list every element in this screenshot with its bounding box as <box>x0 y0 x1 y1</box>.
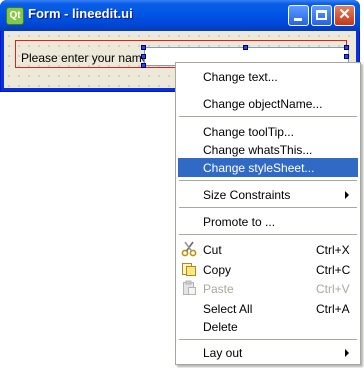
paste-icon <box>183 280 196 295</box>
copy-icon <box>182 263 196 276</box>
menu-item-label: Select All <box>203 302 253 316</box>
scissors-icon <box>181 241 197 257</box>
menu-item-label: Change text... <box>203 70 278 84</box>
menu-item-lay-out[interactable]: Lay out <box>178 343 358 362</box>
menu-item-copy[interactable]: Copy Ctrl+C <box>178 260 358 279</box>
selection-handle-left[interactable] <box>141 54 146 59</box>
qt-app-icon: Qt <box>6 7 24 25</box>
menu-item-label: Change styleSheet... <box>203 161 315 175</box>
menu-item-change-stylesheet[interactable]: Change styleSheet... <box>178 158 358 177</box>
menu-item-label: Lay out <box>203 346 243 360</box>
menu-item-cut[interactable]: Cut Ctrl+X <box>178 240 358 259</box>
menu-item-label: Promote to ... <box>203 215 276 229</box>
menu-item-promote-to[interactable]: Promote to ... <box>178 212 358 231</box>
selection-handle-top[interactable] <box>243 45 248 50</box>
menu-separator <box>179 339 357 340</box>
menu-item-label: Size Constraints <box>203 188 291 202</box>
menu-item-shortcut: Ctrl+C <box>316 263 351 277</box>
menu-item-delete[interactable]: Delete <box>178 317 358 336</box>
menu-item-shortcut: Ctrl+A <box>316 302 350 316</box>
menu-separator <box>179 207 357 208</box>
window-title: Form - lineedit.ui <box>28 6 133 21</box>
selection-handle-top-left[interactable] <box>141 45 146 50</box>
menu-item-label: Delete <box>203 320 238 334</box>
maximize-icon <box>316 10 327 20</box>
menu-separator <box>179 180 357 181</box>
close-button[interactable]: ✕ <box>334 5 355 26</box>
menu-item-change-objectname[interactable]: Change objectName... <box>178 94 358 113</box>
menu-item-label: Change toolTip... <box>203 125 294 139</box>
submenu-arrow-icon <box>345 191 349 199</box>
title-bar[interactable]: Qt Form - lineedit.ui ✕ <box>0 0 360 31</box>
menu-item-label: Copy <box>203 263 232 277</box>
menu-separator <box>179 234 357 235</box>
menu-separator <box>179 116 357 117</box>
context-menu: Change text... Change objectName... Chan… <box>175 62 361 365</box>
menu-item-paste[interactable]: Paste Ctrl+V <box>178 279 358 298</box>
menu-item-change-tooltip[interactable]: Change toolTip... <box>178 122 358 141</box>
menu-item-label: Paste <box>203 282 234 296</box>
menu-item-label: Cut <box>203 243 222 257</box>
selection-handle-right[interactable] <box>344 54 349 59</box>
menu-item-select-all[interactable]: Select All Ctrl+A <box>178 299 358 318</box>
menu-item-shortcut: Ctrl+V <box>316 282 350 296</box>
minimize-icon <box>294 18 302 21</box>
submenu-arrow-icon <box>345 349 349 357</box>
minimize-button[interactable] <box>288 5 309 26</box>
menu-item-label: Change whatsThis... <box>203 143 313 157</box>
menu-item-change-text[interactable]: Change text... <box>178 67 358 86</box>
menu-item-size-constraints[interactable]: Size Constraints <box>178 185 358 204</box>
maximize-button[interactable] <box>311 5 332 26</box>
menu-item-label: Change objectName... <box>203 97 323 111</box>
selection-handle-bottom-left[interactable] <box>141 63 146 68</box>
name-label[interactable]: Please enter your name: <box>21 51 152 65</box>
menu-item-shortcut: Ctrl+X <box>316 243 350 257</box>
close-icon: ✕ <box>338 6 351 23</box>
selection-handle-top-right[interactable] <box>344 45 349 50</box>
menu-item-change-whatsthis[interactable]: Change whatsThis... <box>178 140 358 159</box>
